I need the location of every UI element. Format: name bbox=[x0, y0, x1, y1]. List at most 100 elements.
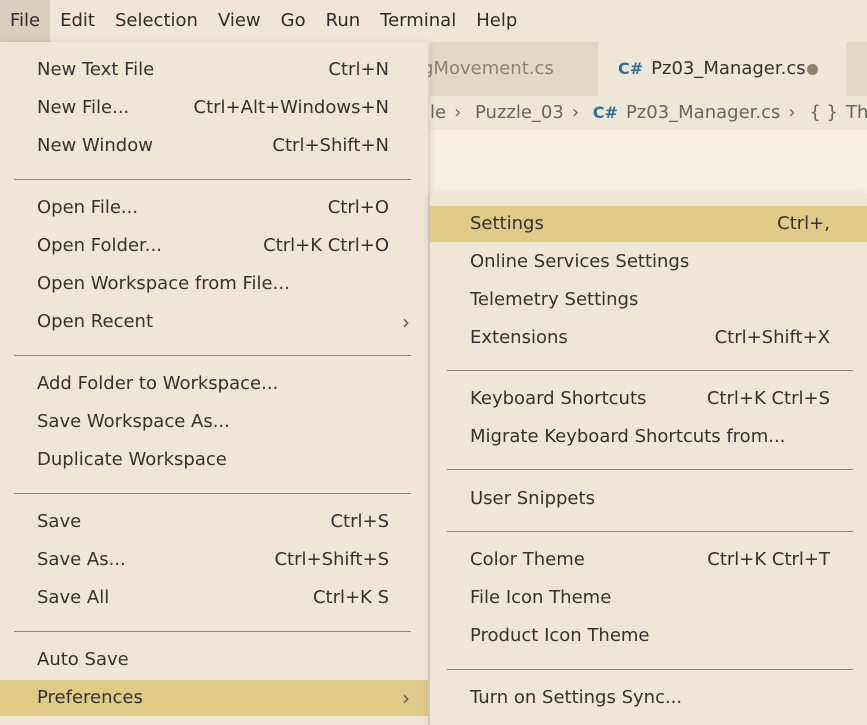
menu-item-label: Turn on Settings Sync... bbox=[470, 687, 683, 708]
menu-item-new-text-file[interactable]: New Text File Ctrl+N bbox=[0, 52, 428, 88]
menu-item-save-workspace-as[interactable]: Save Workspace As... bbox=[0, 404, 428, 440]
menu-item-label: File Icon Theme bbox=[470, 587, 612, 608]
menu-separator bbox=[447, 469, 853, 470]
tab-label: gMovement.cs bbox=[422, 58, 554, 79]
unsaved-dot-icon[interactable] bbox=[807, 64, 818, 75]
editor-area[interactable] bbox=[430, 130, 867, 194]
menu-item-shortcut: Ctrl+Shift+N bbox=[272, 135, 389, 156]
csharp-file-icon: C# bbox=[618, 59, 644, 78]
menu-item-add-folder-to-workspace[interactable]: Add Folder to Workspace... bbox=[0, 366, 428, 402]
menu-separator bbox=[14, 493, 411, 494]
menu-view[interactable]: View bbox=[208, 0, 271, 42]
file-menu: New Text File Ctrl+N New File... Ctrl+Al… bbox=[0, 42, 428, 725]
menu-separator bbox=[14, 179, 411, 180]
menu-separator bbox=[447, 370, 853, 371]
menu-item-label: Open Workspace from File... bbox=[37, 273, 290, 294]
chevron-right-icon: › bbox=[402, 310, 410, 334]
breadcrumb-item[interactable]: le bbox=[430, 102, 446, 123]
menu-item-label: Online Services Settings bbox=[470, 251, 690, 272]
menu-item-duplicate-workspace[interactable]: Duplicate Workspace bbox=[0, 442, 428, 478]
menu-item-label: Open Folder... bbox=[37, 235, 162, 256]
breadcrumb-item[interactable]: Puzzle_03 bbox=[475, 102, 564, 123]
menu-item-shortcut: Ctrl+K Ctrl+T bbox=[707, 549, 830, 570]
menu-separator bbox=[447, 669, 853, 670]
menu-item-save-as[interactable]: Save As... Ctrl+Shift+S bbox=[0, 542, 428, 578]
menu-item-label: Migrate Keyboard Shortcuts from... bbox=[470, 426, 786, 447]
menu-item-product-icon-theme[interactable]: Product Icon Theme bbox=[430, 618, 867, 654]
menu-item-shortcut: Ctrl+S bbox=[330, 511, 389, 532]
menu-item-color-theme[interactable]: Color Theme Ctrl+K Ctrl+T bbox=[430, 542, 867, 578]
menu-separator bbox=[14, 631, 411, 632]
menu-item-shortcut: Ctrl+K Ctrl+S bbox=[706, 388, 830, 409]
menu-item-auto-save[interactable]: Auto Save bbox=[0, 642, 428, 678]
preferences-submenu: Settings Ctrl+, Online Services Settings… bbox=[430, 194, 867, 725]
menu-selection[interactable]: Selection bbox=[105, 0, 208, 42]
menu-terminal[interactable]: Terminal bbox=[370, 0, 466, 42]
menu-item-shortcut: Ctrl+Alt+Windows+N bbox=[193, 97, 389, 118]
menu-file[interactable]: File bbox=[0, 0, 51, 42]
menu-item-keyboard-shortcuts[interactable]: Keyboard Shortcuts Ctrl+K Ctrl+S bbox=[430, 381, 867, 417]
breadcrumb-item[interactable]: ThesisF bbox=[846, 102, 867, 123]
menu-item-migrate-keyboard-shortcuts[interactable]: Migrate Keyboard Shortcuts from... bbox=[430, 419, 867, 455]
menu-item-label: Add Folder to Workspace... bbox=[37, 373, 279, 394]
menu-separator bbox=[14, 355, 411, 356]
menu-item-shortcut: Ctrl+K Ctrl+O bbox=[263, 235, 389, 256]
menu-item-label: Keyboard Shortcuts bbox=[470, 388, 647, 409]
menu-item-shortcut: Ctrl+Shift+X bbox=[714, 327, 830, 348]
menu-item-label: User Snippets bbox=[470, 488, 595, 509]
menu-item-label: Color Theme bbox=[470, 549, 585, 570]
menu-item-preferences[interactable]: Preferences › bbox=[0, 680, 428, 716]
menu-item-settings[interactable]: Settings Ctrl+, bbox=[430, 206, 867, 242]
menu-item-shortcut: Ctrl+N bbox=[328, 59, 389, 80]
chevron-right-icon: › bbox=[571, 102, 580, 123]
editor-tabs: gMovement.cs C# Pz03_Manager.cs bbox=[422, 42, 867, 96]
tab-next[interactable] bbox=[846, 42, 867, 96]
menu-item-label: Save bbox=[37, 511, 82, 532]
menu-item-save-all[interactable]: Save All Ctrl+K S bbox=[0, 580, 428, 616]
breadcrumb: le › Puzzle_03 › C# Pz03_Manager.cs › { } The… bbox=[430, 96, 867, 130]
menu-item-save[interactable]: Save Ctrl+S bbox=[0, 504, 428, 540]
menu-item-label: Save Workspace As... bbox=[37, 411, 230, 432]
chevron-right-icon: › bbox=[454, 102, 462, 123]
menu-item-turn-on-settings-sync[interactable]: Turn on Settings Sync... bbox=[430, 680, 867, 716]
menu-bar: File Edit Selection View Go Run Terminal… bbox=[0, 0, 867, 42]
breadcrumb-item[interactable]: Pz03_Manager.cs bbox=[626, 102, 780, 123]
menu-item-label: Settings bbox=[470, 213, 544, 234]
menu-item-online-services-settings[interactable]: Online Services Settings bbox=[430, 244, 867, 280]
tab-pz03-manager[interactable]: C# Pz03_Manager.cs bbox=[598, 42, 846, 96]
tab-label: Pz03_Manager.cs bbox=[651, 58, 806, 79]
menu-item-label: Save All bbox=[37, 587, 110, 608]
chevron-right-icon: › bbox=[402, 686, 410, 710]
menu-item-label: Auto Save bbox=[37, 649, 129, 670]
menu-help[interactable]: Help bbox=[466, 0, 527, 42]
menu-item-label: Save As... bbox=[37, 549, 126, 570]
chevron-right-icon: › bbox=[788, 102, 796, 123]
menu-item-telemetry-settings[interactable]: Telemetry Settings bbox=[430, 282, 867, 318]
menu-item-open-recent[interactable]: Open Recent › bbox=[0, 304, 428, 340]
menu-item-open-folder[interactable]: Open Folder... Ctrl+K Ctrl+O bbox=[0, 228, 428, 264]
menu-item-shortcut: Ctrl+K S bbox=[312, 587, 389, 608]
menu-item-label: New Window bbox=[37, 135, 153, 156]
menu-go[interactable]: Go bbox=[271, 0, 316, 42]
menu-item-label: Extensions bbox=[470, 327, 568, 348]
menu-item-label: Open File... bbox=[37, 197, 139, 218]
tab-movement[interactable]: gMovement.cs bbox=[422, 42, 598, 96]
menu-item-file-icon-theme[interactable]: File Icon Theme bbox=[430, 580, 867, 616]
menu-item-user-snippets[interactable]: User Snippets bbox=[430, 481, 867, 517]
menu-item-label: Telemetry Settings bbox=[470, 289, 639, 310]
menu-item-extensions[interactable]: Extensions Ctrl+Shift+X bbox=[430, 320, 867, 356]
menu-item-shortcut: Ctrl+, bbox=[777, 213, 830, 234]
menu-item-label: Product Icon Theme bbox=[470, 625, 650, 646]
menu-item-open-file[interactable]: Open File... Ctrl+O bbox=[0, 190, 428, 226]
menu-edit[interactable]: Edit bbox=[50, 0, 105, 42]
namespace-braces-icon: { } bbox=[809, 102, 838, 123]
menu-item-label: Open Recent bbox=[37, 311, 154, 332]
csharp-file-icon: C# bbox=[592, 103, 618, 122]
menu-item-label: New Text File bbox=[37, 59, 155, 80]
menu-item-new-file[interactable]: New File... Ctrl+Alt+Windows+N bbox=[0, 90, 428, 126]
menu-item-open-workspace[interactable]: Open Workspace from File... bbox=[0, 266, 428, 302]
menu-item-new-window[interactable]: New Window Ctrl+Shift+N bbox=[0, 128, 428, 164]
menu-item-label: Duplicate Workspace bbox=[37, 449, 227, 470]
menu-item-shortcut: Ctrl+O bbox=[327, 197, 389, 218]
menu-run[interactable]: Run bbox=[316, 0, 371, 42]
